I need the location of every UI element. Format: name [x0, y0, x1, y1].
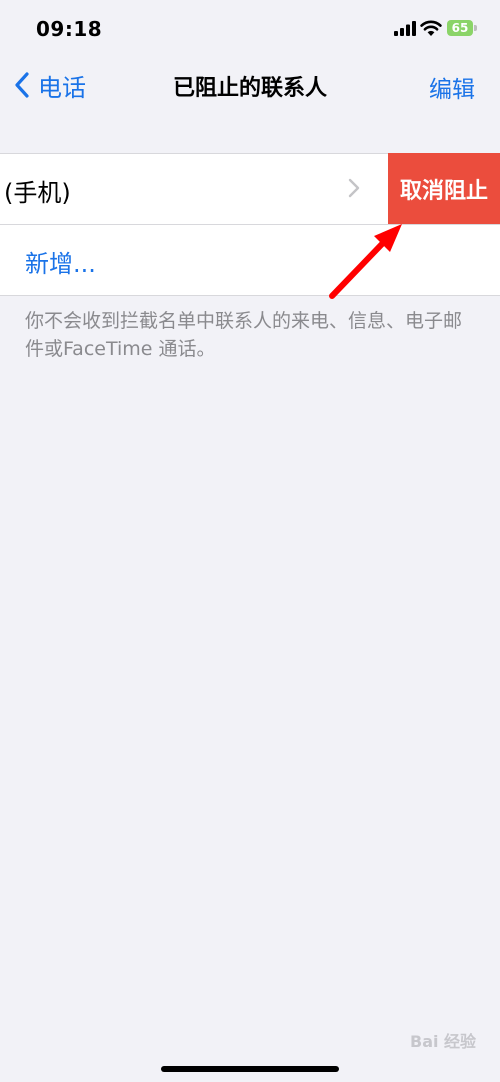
watermark-logo: Bai 经验: [410, 1032, 477, 1051]
battery-icon: 65: [447, 20, 477, 38]
blocked-contacts-list: (手机) 取消阻止 新增...: [0, 153, 500, 296]
contact-label: (手机): [4, 179, 71, 207]
blocked-contact-row[interactable]: (手机) 取消阻止: [0, 153, 500, 225]
battery-level: 65: [447, 20, 473, 36]
cellular-signal-icon: [394, 21, 416, 36]
annotation-arrow-icon: [329, 224, 402, 299]
wifi-icon: [420, 20, 442, 36]
unblock-button[interactable]: 取消阻止: [388, 153, 500, 225]
chevron-right-icon: [348, 178, 360, 198]
status-time: 09:18: [36, 17, 103, 41]
add-new-button[interactable]: 新增...: [25, 244, 96, 279]
navigation-bar: 电话 已阻止的联系人 编辑: [0, 60, 500, 110]
page-title: 已阻止的联系人: [172, 76, 327, 101]
blocking-info-note: 你不会收到拦截名单中联系人的来电、信息、电子邮件或FaceTime 通话。: [25, 310, 463, 360]
add-new-row[interactable]: 新增...: [0, 224, 500, 295]
status-bar: 09:18 65: [0, 0, 500, 60]
edit-button[interactable]: 编辑: [429, 70, 475, 104]
home-indicator[interactable]: [161, 1066, 339, 1072]
